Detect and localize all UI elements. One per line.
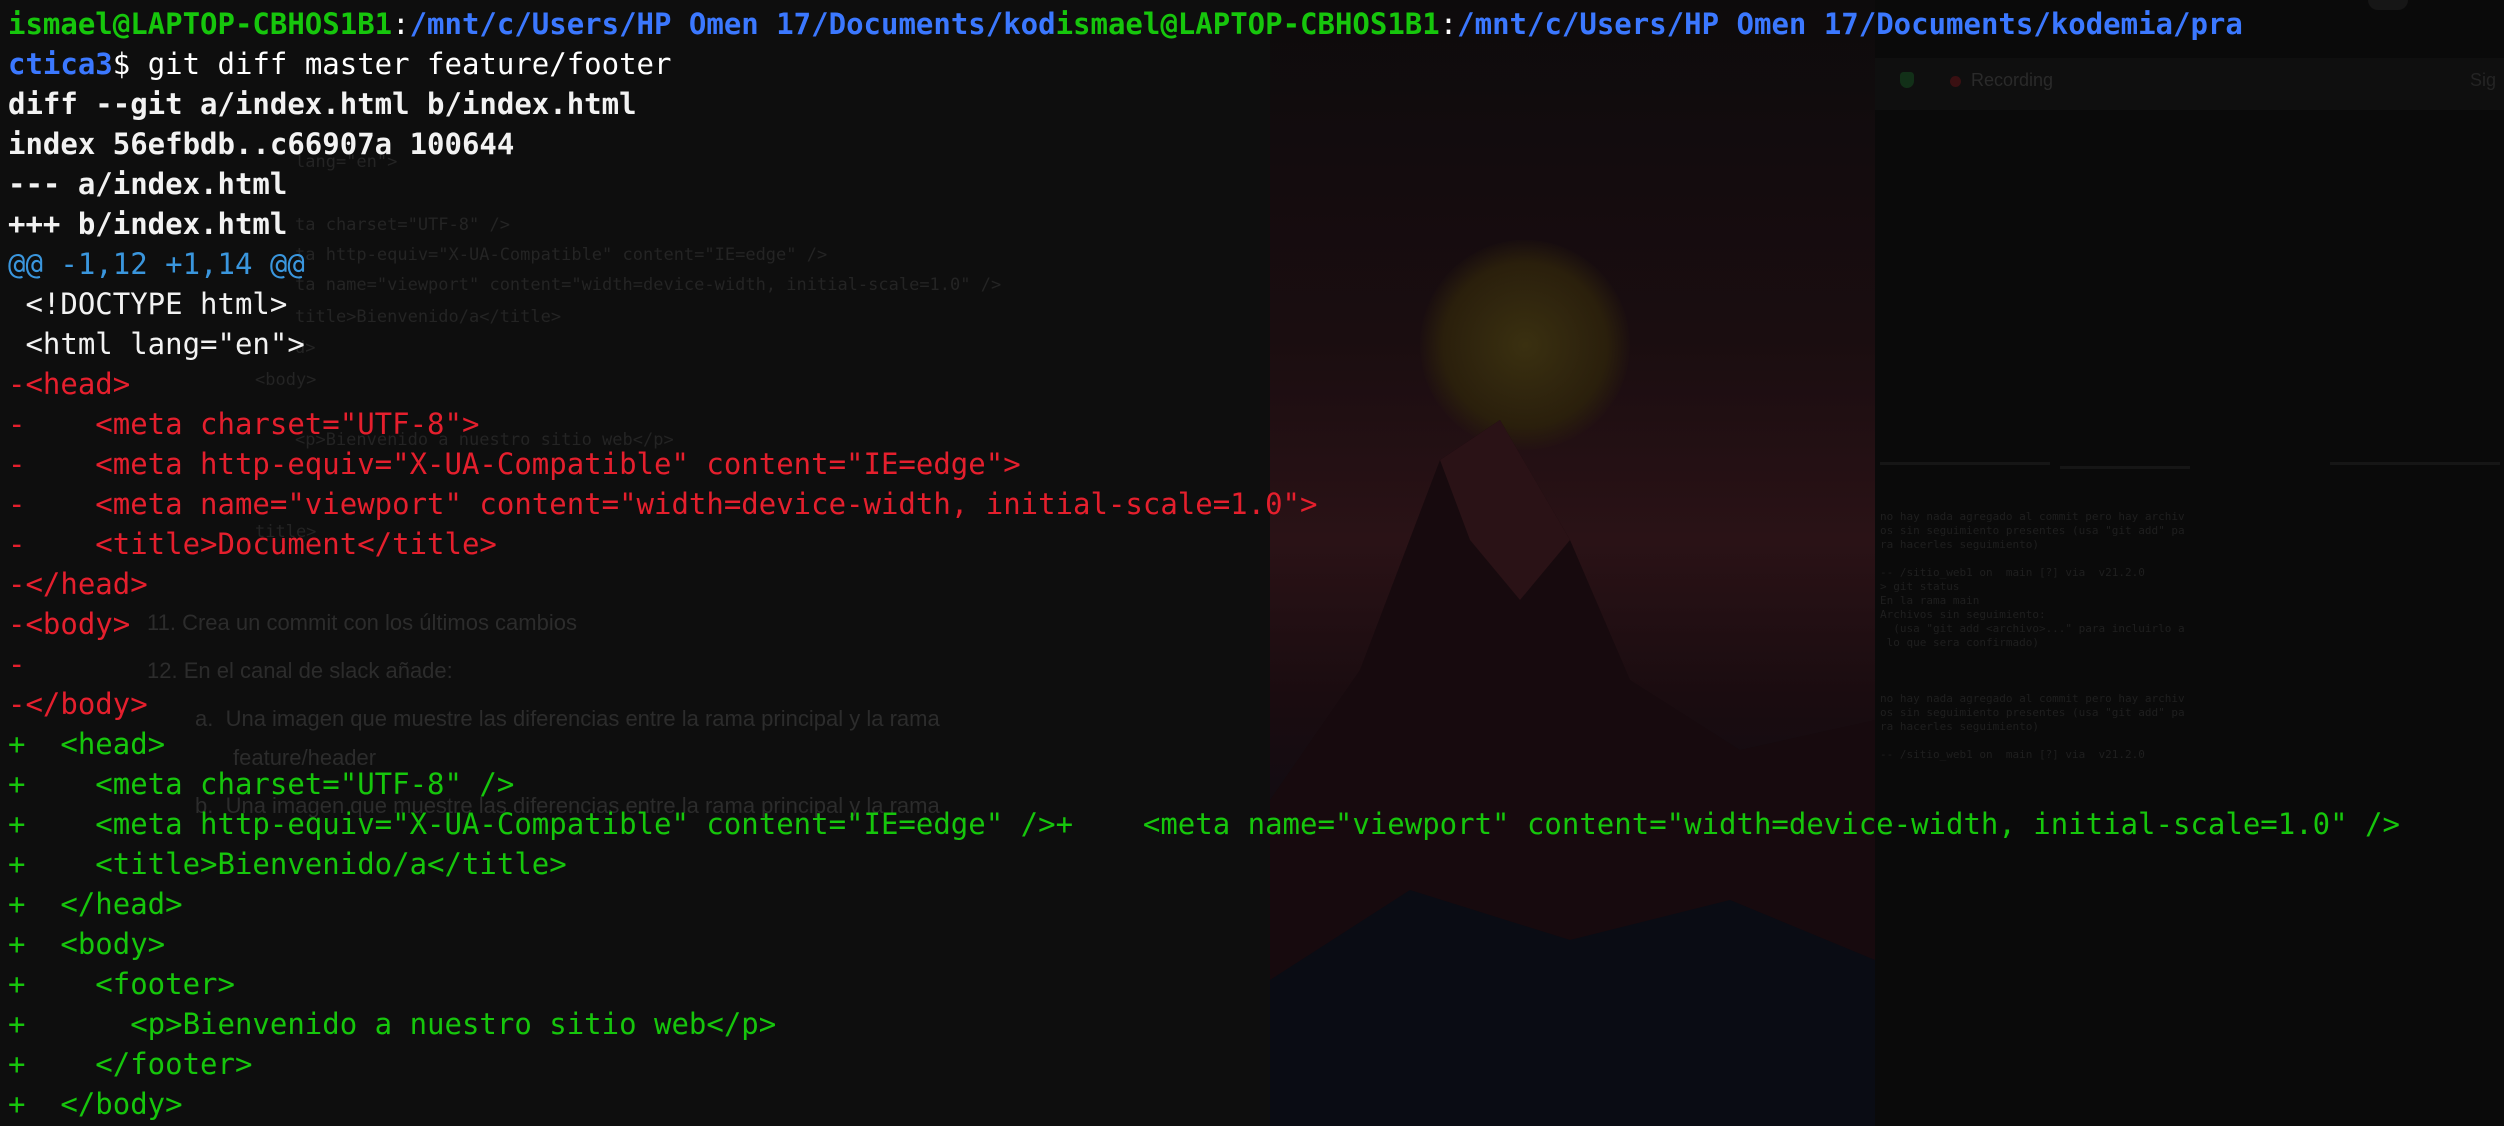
diff-header-line: index 56efbdb..c66907a 100644 xyxy=(8,127,515,161)
prompt-symbol: $ xyxy=(112,47,148,81)
diff-context-line: <html lang="en"> xyxy=(8,327,305,361)
diff-added-line: + <head> xyxy=(8,727,166,761)
terminal-window[interactable]: ismael@LAPTOP-CBHOS1B1:/mnt/c/Users/HP O… xyxy=(0,0,2504,1126)
diff-removed-line: - <meta http-equiv="X-UA-Compatible" con… xyxy=(8,447,1021,481)
diff-added-line: + </footer> xyxy=(8,1047,253,1081)
diff-header-line: --- a/index.html xyxy=(8,167,288,201)
diff-added-line: + <footer> xyxy=(8,967,235,1001)
diff-added-line: + <p>Bienvenido a nuestro sitio web</p> xyxy=(8,1007,777,1041)
diff-removed-line: -</head> xyxy=(8,567,148,601)
diff-added-line: + </body> xyxy=(8,1087,183,1121)
prompt-path: /mnt/c/Users/HP Omen 17/Documents/kod xyxy=(409,7,1056,41)
diff-added-line: + <title>Bienvenido/a</title> xyxy=(8,847,567,881)
prompt-user: ismael@LAPTOP-CBHOS1B1 xyxy=(1055,7,1440,41)
diff-added-line: + <meta http-equiv="X-UA-Compatible" con… xyxy=(8,807,2400,841)
diff-removed-line: - <title>Document</title> xyxy=(8,527,497,561)
diff-removed-line: -<body> xyxy=(8,607,131,641)
diff-removed-line: - xyxy=(8,647,26,681)
diff-added-line: + <body> xyxy=(8,927,166,961)
prompt-path: ctica3 xyxy=(8,47,113,81)
diff-removed-line: -<head> xyxy=(8,367,131,401)
command-line: ctica3$ git diff master feature/footer xyxy=(8,44,671,84)
diff-removed-line: - <meta name="viewport" content="width=d… xyxy=(8,487,1318,521)
desktop: Recording Sig no hay nada agregado al co… xyxy=(0,0,2504,1126)
diff-removed-line: - <meta charset="UTF-8"> xyxy=(8,407,480,441)
diff-header-line: diff --git a/index.html b/index.html xyxy=(8,87,637,121)
command-text: git diff master feature/footer xyxy=(147,47,672,81)
prompt-line: ismael@LAPTOP-CBHOS1B1:/mnt/c/Users/HP O… xyxy=(8,4,2243,44)
diff-added-line: + <meta charset="UTF-8" /> xyxy=(8,767,515,801)
prompt-separator: : xyxy=(392,7,410,41)
prompt-user: ismael@LAPTOP-CBHOS1B1 xyxy=(8,7,393,41)
diff-removed-line: -</body> xyxy=(8,687,148,721)
hunk-header: @@ -1,12 +1,14 @@ xyxy=(8,247,305,281)
prompt-separator: : xyxy=(1439,7,1458,41)
diff-header-line: +++ b/index.html xyxy=(8,207,288,241)
prompt-path: /mnt/c/Users/HP Omen 17/Documents/kodemi… xyxy=(1457,7,2243,41)
diff-added-line: + </head> xyxy=(8,887,183,921)
diff-context-line: <!DOCTYPE html> xyxy=(8,287,288,321)
